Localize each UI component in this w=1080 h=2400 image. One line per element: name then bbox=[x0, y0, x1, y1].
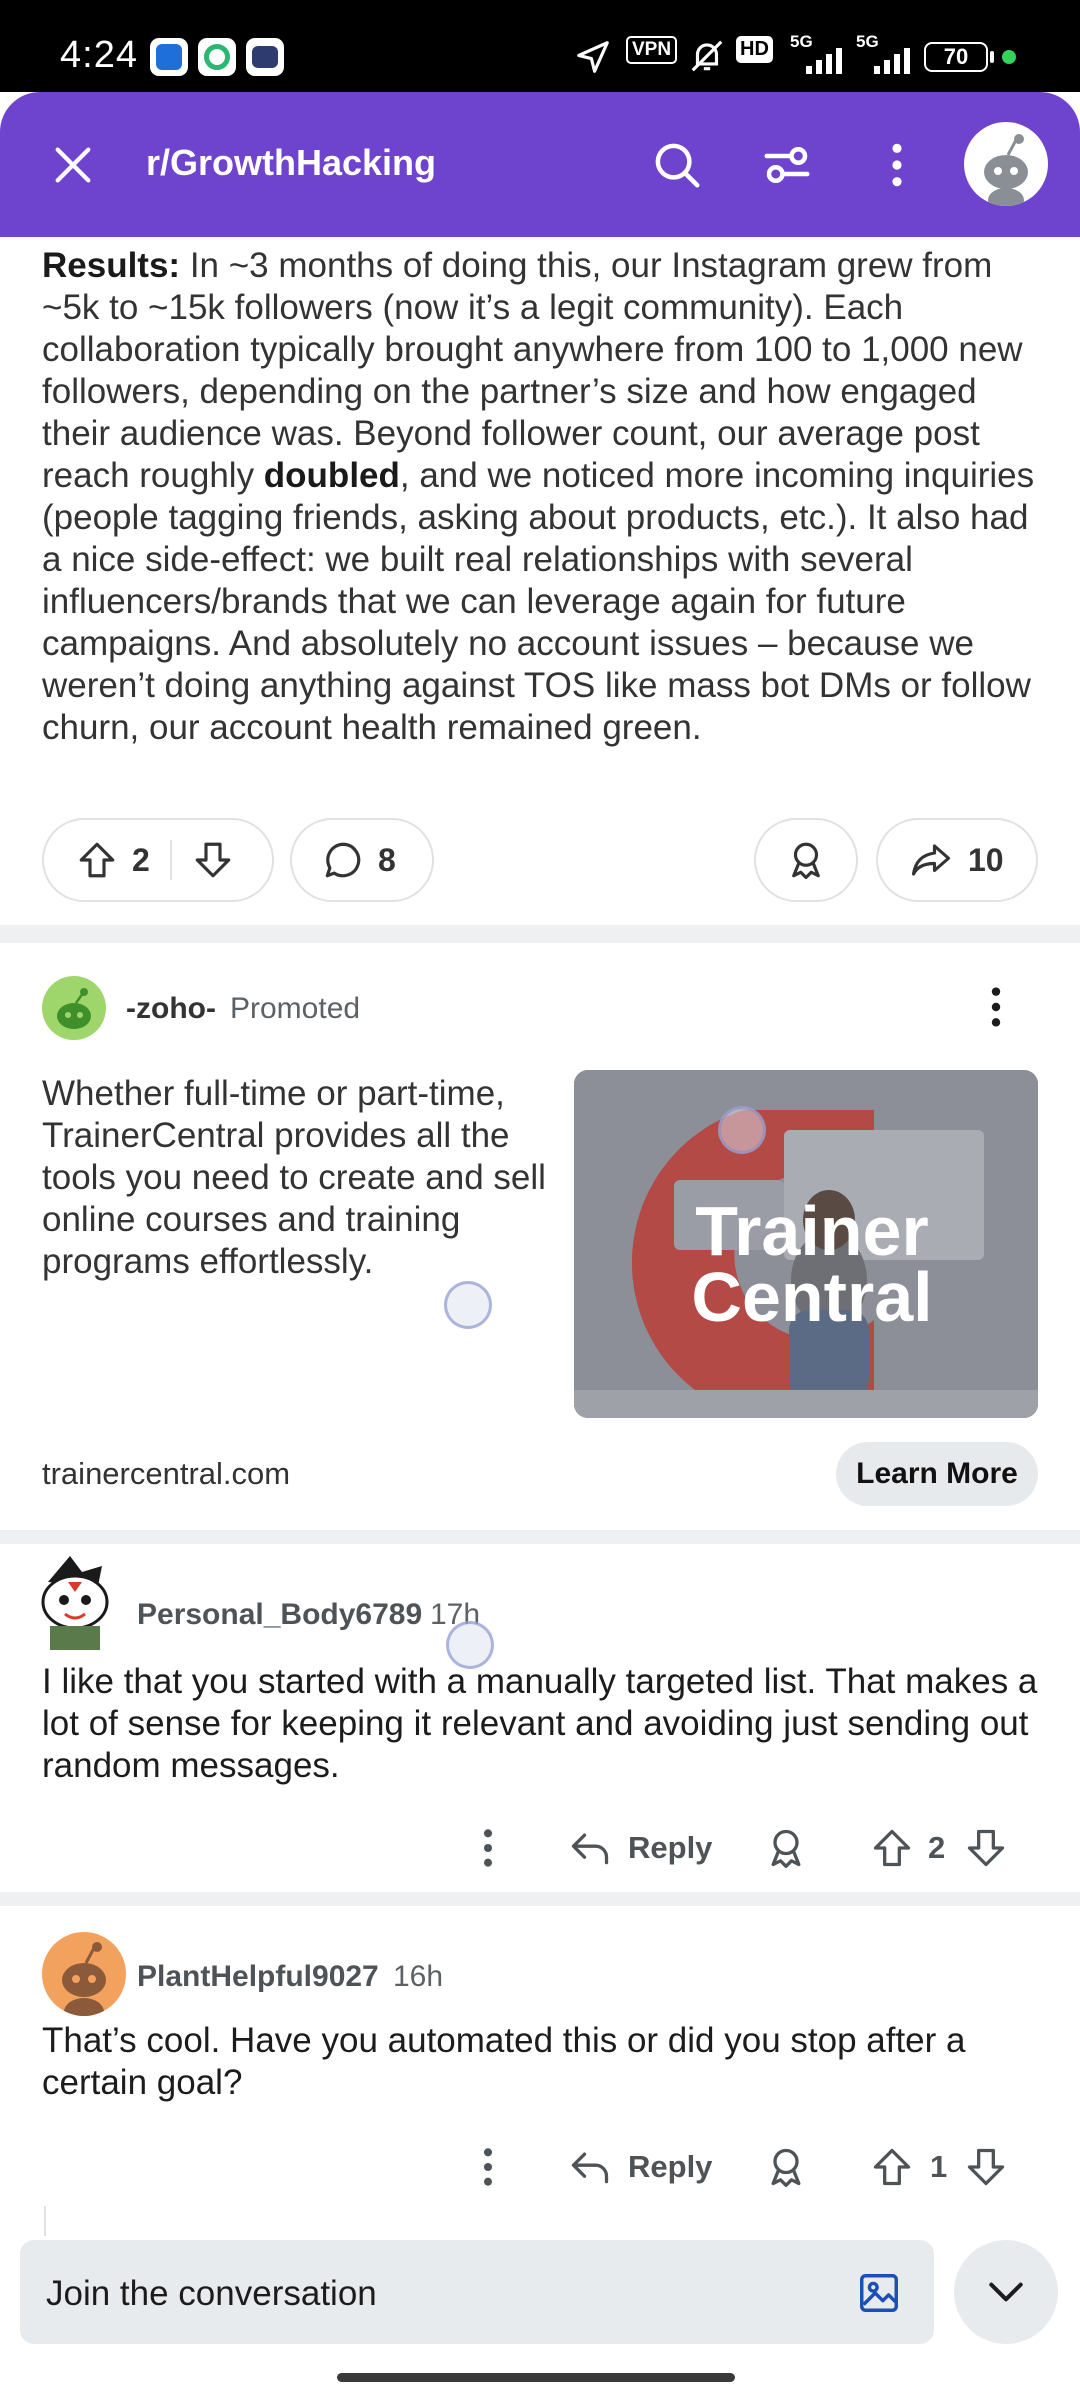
share-button[interactable]: 10 bbox=[876, 818, 1038, 902]
app-notification-icon bbox=[246, 38, 284, 76]
upvote-count: 2 bbox=[132, 841, 150, 878]
comments-button[interactable]: 8 bbox=[290, 818, 434, 902]
commenter-avatar[interactable] bbox=[42, 1932, 126, 2016]
ad-image-title-line: Central bbox=[691, 1258, 933, 1336]
post-body-text: , and we noticed more incoming inquiries… bbox=[42, 456, 1035, 747]
commenter-avatar[interactable] bbox=[30, 1552, 120, 1652]
signal-icon bbox=[806, 48, 842, 74]
chevron-down-icon bbox=[989, 2282, 1023, 2302]
comment-composer[interactable]: Join the conversation bbox=[20, 2240, 934, 2344]
results-label: Results: bbox=[42, 246, 181, 285]
comment-vote-count: 1 bbox=[930, 2149, 948, 2184]
ad-domain[interactable]: trainercentral.com bbox=[42, 1456, 290, 1492]
image-icon[interactable] bbox=[856, 2270, 902, 2316]
promoted-label: Promoted bbox=[230, 992, 361, 1025]
home-indicator[interactable] bbox=[337, 2373, 735, 2382]
reply-label: Reply bbox=[628, 1830, 713, 1865]
award-icon[interactable] bbox=[764, 2145, 808, 2189]
downvote-icon[interactable] bbox=[964, 2145, 1008, 2189]
vpn-badge: VPN bbox=[626, 36, 678, 64]
bell-muted-icon bbox=[691, 40, 723, 72]
battery-level: 70 bbox=[943, 44, 969, 69]
award-button[interactable] bbox=[754, 818, 858, 902]
upvote-icon[interactable] bbox=[870, 1826, 914, 1870]
share-count: 10 bbox=[968, 841, 1004, 878]
user-avatar-icon[interactable] bbox=[964, 122, 1048, 206]
comment-icon bbox=[325, 842, 361, 878]
ad-image[interactable]: Trainer Central bbox=[574, 1070, 1038, 1418]
touch-indicator bbox=[718, 1106, 766, 1154]
signal-icon bbox=[874, 48, 910, 74]
comment-vote-count: 2 bbox=[928, 1830, 946, 1865]
reply-label: Reply bbox=[628, 2149, 713, 2184]
post-body: Results: In ~3 months of doing this, our… bbox=[42, 245, 1047, 749]
comment-body: That’s cool. Have you automated this or … bbox=[42, 2021, 966, 2102]
composer-placeholder: Join the conversation bbox=[46, 2274, 377, 2313]
battery-tip bbox=[990, 51, 994, 63]
vote-divider bbox=[169, 840, 172, 880]
search-icon[interactable] bbox=[650, 138, 704, 192]
downvote-icon[interactable] bbox=[192, 838, 234, 882]
comment-time: 16h bbox=[393, 1960, 444, 1993]
learn-more-button[interactable]: Learn More bbox=[836, 1442, 1038, 1506]
upvote-icon[interactable] bbox=[870, 2145, 914, 2189]
app-notification-icon bbox=[198, 38, 236, 76]
reply-button[interactable]: Reply bbox=[568, 2145, 712, 2189]
share-icon bbox=[911, 844, 951, 876]
reply-button[interactable]: Reply bbox=[568, 1826, 712, 1870]
post-bold-word: doubled bbox=[263, 456, 400, 495]
location-icon bbox=[577, 41, 609, 73]
ad-image-title: Trainer Central bbox=[662, 1192, 962, 1336]
ad-body[interactable]: Whether full-time or part-time, TrainerC… bbox=[42, 1073, 562, 1283]
section-divider bbox=[0, 925, 1080, 943]
comment-body: I like that you started with a manually … bbox=[42, 1662, 1038, 1785]
advertiser-name[interactable]: -zoho- bbox=[126, 992, 216, 1026]
comment-username[interactable]: Personal_Body6789 bbox=[137, 1598, 422, 1632]
award-icon[interactable] bbox=[764, 1826, 808, 1870]
section-divider bbox=[0, 1892, 1080, 1906]
comment-count: 8 bbox=[378, 841, 396, 878]
subreddit-title[interactable]: r/GrowthHacking bbox=[146, 142, 436, 184]
award-icon bbox=[792, 842, 820, 880]
upvote-icon[interactable] bbox=[76, 838, 118, 882]
reply-icon bbox=[571, 2152, 609, 2184]
hd-badge: HD bbox=[736, 36, 773, 63]
more-vertical-icon[interactable] bbox=[470, 1826, 506, 1870]
touch-indicator bbox=[446, 1621, 494, 1669]
filter-icon[interactable] bbox=[760, 138, 814, 192]
green-dot-icon bbox=[1002, 50, 1016, 64]
collapse-button[interactable] bbox=[954, 2240, 1058, 2344]
vote-pill: 2 bbox=[42, 818, 274, 902]
more-vertical-icon[interactable] bbox=[878, 140, 916, 190]
app-notification-icon bbox=[150, 38, 188, 76]
battery-icon: 70 bbox=[924, 42, 988, 72]
close-icon[interactable] bbox=[50, 142, 96, 188]
section-divider bbox=[0, 1530, 1080, 1544]
status-time: 4:24 bbox=[60, 34, 138, 76]
subreddit-header: r/GrowthHacking bbox=[0, 92, 1080, 237]
thread-line bbox=[44, 2206, 46, 2236]
ad-image-title-line: Trainer bbox=[695, 1192, 929, 1270]
more-vertical-icon[interactable] bbox=[470, 2145, 506, 2189]
touch-indicator bbox=[444, 1281, 492, 1329]
status-bar: 4:24 VPN HD 5G 5G 70 bbox=[0, 0, 1080, 92]
comment-username[interactable]: PlantHelpful9027 bbox=[137, 1960, 379, 1994]
more-vertical-icon[interactable] bbox=[978, 984, 1014, 1030]
advertiser-avatar[interactable] bbox=[42, 976, 106, 1040]
reply-icon bbox=[571, 1833, 609, 1865]
downvote-icon[interactable] bbox=[964, 1826, 1008, 1870]
